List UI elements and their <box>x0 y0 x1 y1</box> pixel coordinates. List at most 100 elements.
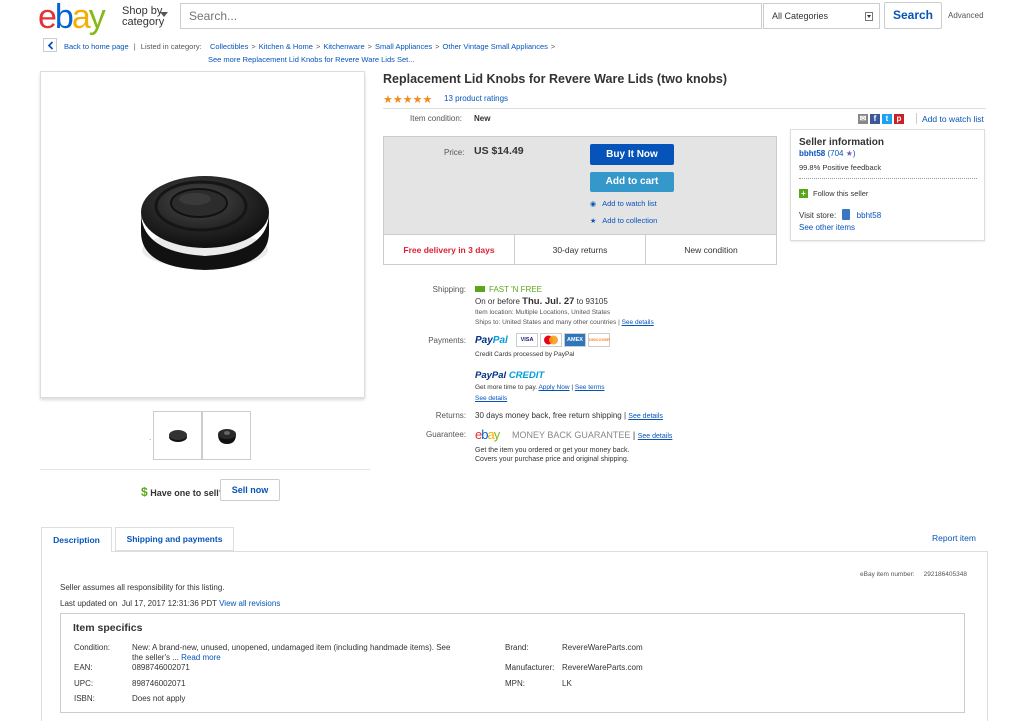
truck-icon <box>475 286 485 292</box>
feedback-star-icon: ★ <box>845 149 853 158</box>
view-revisions-link[interactable]: View all revisions <box>219 599 280 608</box>
back-to-home-link[interactable]: Back to home page <box>64 42 129 51</box>
sell-now-button[interactable]: Sell now <box>220 479 280 501</box>
returns-see-details-link[interactable]: See details <box>628 413 663 420</box>
share-icons: ✉ f t p <box>858 113 906 125</box>
report-item-link[interactable]: Report item <box>932 533 976 543</box>
divider <box>383 108 986 109</box>
back-button[interactable] <box>43 38 57 52</box>
more-time-label: Get more time to pay. <box>475 384 538 391</box>
divider <box>40 469 370 470</box>
read-more-link[interactable]: Read more <box>181 653 221 662</box>
item-specifics-title: Item specifics <box>73 622 143 634</box>
spec-label: Manufacturer: <box>505 663 555 672</box>
seller-info-title: Seller information <box>799 137 885 148</box>
breadcrumb-separator: > <box>315 42 321 51</box>
advanced-search-link[interactable]: Advanced <box>948 11 984 20</box>
spec-value-isbn: Does not apply <box>132 694 186 703</box>
ebay-guarantee-logo: ebay <box>475 427 500 442</box>
breadcrumb-item[interactable]: Other Vintage Small Appliances <box>443 42 548 51</box>
tab-shipping-and-payments[interactable]: Shipping and payments <box>115 527 234 551</box>
facebook-icon[interactable]: f <box>870 114 880 125</box>
delivery-date: Thu. Jul. 27 <box>522 296 575 307</box>
pinterest-icon[interactable]: p <box>894 114 904 125</box>
item-title: Replacement Lid Knobs for Revere Ware Li… <box>383 72 728 86</box>
add-to-watch-list-link[interactable]: Add to watch list <box>922 114 984 124</box>
star-icon: ★ <box>590 218 597 225</box>
seller-name: bbht58 (704 ★) <box>799 149 856 158</box>
seller-score-link[interactable]: (704 <box>827 149 843 158</box>
have-one-to-sell: $ Have one to sell? <box>141 485 224 499</box>
breadcrumb: Back to home page | Listed in category: … <box>64 40 558 66</box>
discover-icon: DISCOVER <box>588 333 610 347</box>
seller-feedback: 99.8% Positive feedback <box>799 163 882 172</box>
apply-now-link[interactable]: Apply Now <box>538 384 569 391</box>
money-back-guarantee: MONEY BACK GUARANTEE | See details <box>512 430 673 440</box>
seller-name-link[interactable]: bbht58 <box>799 149 825 158</box>
tab-description[interactable]: Description <box>41 527 112 552</box>
delivery-estimate: On or before Thu. Jul. 27 to 93105 <box>475 296 608 307</box>
last-updated-label: Last updated on <box>60 599 118 608</box>
listed-in-label: Listed in category: <box>140 42 202 51</box>
returns-policy: 30 days money back, free return shipping <box>475 411 622 420</box>
divider <box>916 113 917 124</box>
guarantee-see-details-link[interactable]: See details <box>638 433 673 440</box>
divider <box>799 178 977 179</box>
paypal-logo: PayPal <box>475 335 508 346</box>
breadcrumb-item[interactable]: Kitchen & Home <box>259 42 313 51</box>
condition-label: Item condition: <box>410 114 463 123</box>
product-ratings-link[interactable]: 13 product ratings <box>444 94 508 103</box>
spec-label: ISBN: <box>74 694 95 703</box>
breadcrumb-separator: > <box>251 42 256 51</box>
logo-letter: b <box>54 0 74 36</box>
shop-by-category-button[interactable]: Shop by category <box>122 6 168 28</box>
spec-label: Condition: <box>74 643 111 652</box>
see-more-link[interactable]: See more Replacement Lid Knobs for Rever… <box>208 55 415 64</box>
follow-label: Follow this seller <box>813 189 869 198</box>
guarantee-label: Guarantee: <box>425 430 466 439</box>
shipping-label: Shipping: <box>432 285 466 294</box>
add-to-watch-list-button[interactable]: ◉ Add to watch list <box>590 199 657 208</box>
follow-seller-button[interactable]: + Follow this seller <box>799 189 868 198</box>
star-rating-icon[interactable]: ★★★★★ <box>383 93 432 106</box>
breadcrumb-separator: > <box>550 42 556 51</box>
returns-label: Returns: <box>435 411 466 420</box>
shipping-see-details-link[interactable]: See details <box>622 319 654 326</box>
ebay-item-number: eBay item number: 292186405348 <box>860 571 967 578</box>
ebay-logo[interactable]: ebay <box>38 0 106 34</box>
thumbnail-1[interactable] <box>153 411 202 460</box>
search-button[interactable]: Search <box>884 2 942 29</box>
add-to-collection-button[interactable]: ★ Add to collection <box>590 216 657 225</box>
buy-it-now-button[interactable]: Buy It Now <box>590 144 674 165</box>
store-link[interactable]: bbht58 <box>857 211 881 220</box>
logo-letter: y <box>493 427 500 442</box>
thumbnail-2[interactable] <box>202 411 251 460</box>
store-icon <box>842 209 851 220</box>
spec-label: Brand: <box>505 643 529 652</box>
paypal-logo-part: Pal <box>492 335 508 346</box>
separator: | <box>133 42 136 51</box>
see-terms-link[interactable]: See terms <box>575 384 605 391</box>
search-input[interactable] <box>181 4 761 28</box>
credit-logo-part: CREDIT <box>508 370 545 381</box>
add-to-cart-button[interactable]: Add to cart <box>590 172 674 192</box>
mail-icon[interactable]: ✉ <box>858 114 868 125</box>
payments-label: Payments: <box>428 336 466 345</box>
condition-badge: New condition <box>684 245 738 255</box>
see-other-items-link[interactable]: See other items <box>799 223 855 232</box>
breadcrumb-item[interactable]: Collectibles <box>210 42 248 51</box>
ships-to: Ships to: United States and many other c… <box>475 319 654 326</box>
spec-value-ean: 0898746002071 <box>132 663 190 672</box>
guarantee-desc-line: Covers your purchase price and original … <box>475 456 629 463</box>
breadcrumb-item[interactable]: Small Appliances <box>375 42 432 51</box>
plus-icon: + <box>799 189 808 198</box>
twitter-icon[interactable]: t <box>882 114 892 125</box>
visit-store-label: Visit store: <box>799 211 837 220</box>
main-product-image[interactable] <box>40 71 365 398</box>
category-select[interactable]: All Categories <box>763 3 880 29</box>
paypal-see-details-link[interactable]: See details <box>475 395 507 402</box>
buy-info-strip: Free delivery in 3 days 30-day returns N… <box>384 234 776 265</box>
visa-icon: VISA <box>516 333 538 347</box>
logo-letter: a <box>71 0 91 36</box>
breadcrumb-item[interactable]: Kitchenware <box>323 42 364 51</box>
